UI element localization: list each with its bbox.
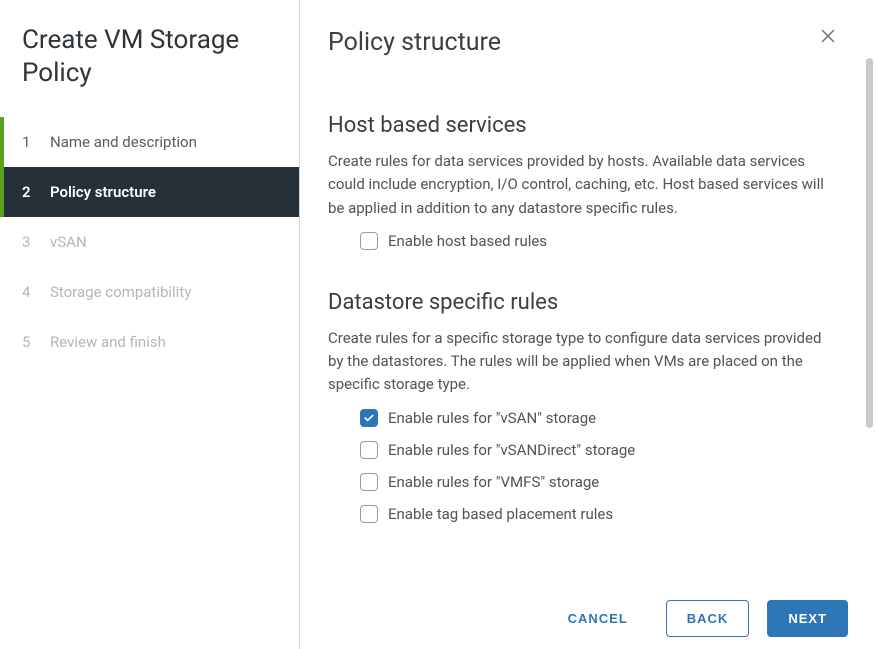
step-vsan: 3 vSAN xyxy=(0,217,299,267)
content-header: Policy structure xyxy=(328,28,836,57)
step-label: vSAN xyxy=(50,233,87,251)
datastore-section: Datastore specific rules Create rules fo… xyxy=(328,290,826,523)
content-scroll[interactable]: Host based services Create rules for dat… xyxy=(328,113,836,649)
step-storage-compatibility: 4 Storage compatibility xyxy=(0,267,299,317)
checkbox-label: Enable rules for "vSAN" storage xyxy=(388,409,596,427)
wizard-root: Create VM Storage Policy 1 Name and desc… xyxy=(0,0,876,649)
checkbox-icon xyxy=(360,473,378,491)
page-title: Policy structure xyxy=(328,28,501,57)
step-policy-structure[interactable]: 2 Policy structure xyxy=(0,167,299,217)
datastore-check-list: Enable rules for "vSAN" storage Enable r… xyxy=(328,409,826,523)
checkbox-label: Enable tag based placement rules xyxy=(388,505,613,523)
step-label: Name and description xyxy=(50,133,197,151)
wizard-steps: 1 Name and description 2 Policy structur… xyxy=(0,117,299,367)
step-number: 2 xyxy=(22,183,36,201)
host-check-list: Enable host based rules xyxy=(328,232,826,250)
checkbox-label: Enable rules for "VMFS" storage xyxy=(388,473,599,491)
step-number: 5 xyxy=(22,333,36,351)
close-button[interactable] xyxy=(810,28,836,48)
datastore-section-desc: Create rules for a specific storage type… xyxy=(328,327,826,397)
checkbox-icon xyxy=(360,505,378,523)
step-label: Review and finish xyxy=(50,333,166,351)
wizard-sidebar: Create VM Storage Policy 1 Name and desc… xyxy=(0,0,300,649)
step-number: 1 xyxy=(22,133,36,151)
step-number: 4 xyxy=(22,283,36,301)
step-label: Storage compatibility xyxy=(50,283,191,301)
step-label: Policy structure xyxy=(50,183,156,201)
checkbox-icon xyxy=(360,409,378,427)
vsan-storage-checkbox[interactable]: Enable rules for "vSAN" storage xyxy=(360,409,826,427)
host-based-rules-checkbox[interactable]: Enable host based rules xyxy=(360,232,826,250)
back-button[interactable]: BACK xyxy=(666,600,750,637)
close-icon xyxy=(820,27,836,49)
step-number: 3 xyxy=(22,233,36,251)
host-section-title: Host based services xyxy=(328,113,826,138)
wizard-footer: CANCEL BACK NEXT xyxy=(548,600,848,637)
wizard-content: Policy structure Host based services Cre… xyxy=(300,0,876,649)
datastore-section-title: Datastore specific rules xyxy=(328,290,826,315)
step-name-description[interactable]: 1 Name and description xyxy=(0,117,299,167)
checkbox-icon xyxy=(360,441,378,459)
checkbox-icon xyxy=(360,232,378,250)
step-review-finish: 5 Review and finish xyxy=(0,317,299,367)
vsandirect-storage-checkbox[interactable]: Enable rules for "vSANDirect" storage xyxy=(360,441,826,459)
next-button[interactable]: NEXT xyxy=(767,600,848,637)
host-based-section: Host based services Create rules for dat… xyxy=(328,113,826,250)
host-section-desc: Create rules for data services provided … xyxy=(328,150,826,220)
checkbox-label: Enable host based rules xyxy=(388,232,547,250)
vmfs-storage-checkbox[interactable]: Enable rules for "VMFS" storage xyxy=(360,473,826,491)
wizard-title: Create VM Storage Policy xyxy=(0,24,299,117)
checkbox-label: Enable rules for "vSANDirect" storage xyxy=(388,441,635,459)
cancel-button[interactable]: CANCEL xyxy=(548,601,648,636)
tag-placement-checkbox[interactable]: Enable tag based placement rules xyxy=(360,505,826,523)
scrollbar-thumb[interactable] xyxy=(866,58,873,428)
